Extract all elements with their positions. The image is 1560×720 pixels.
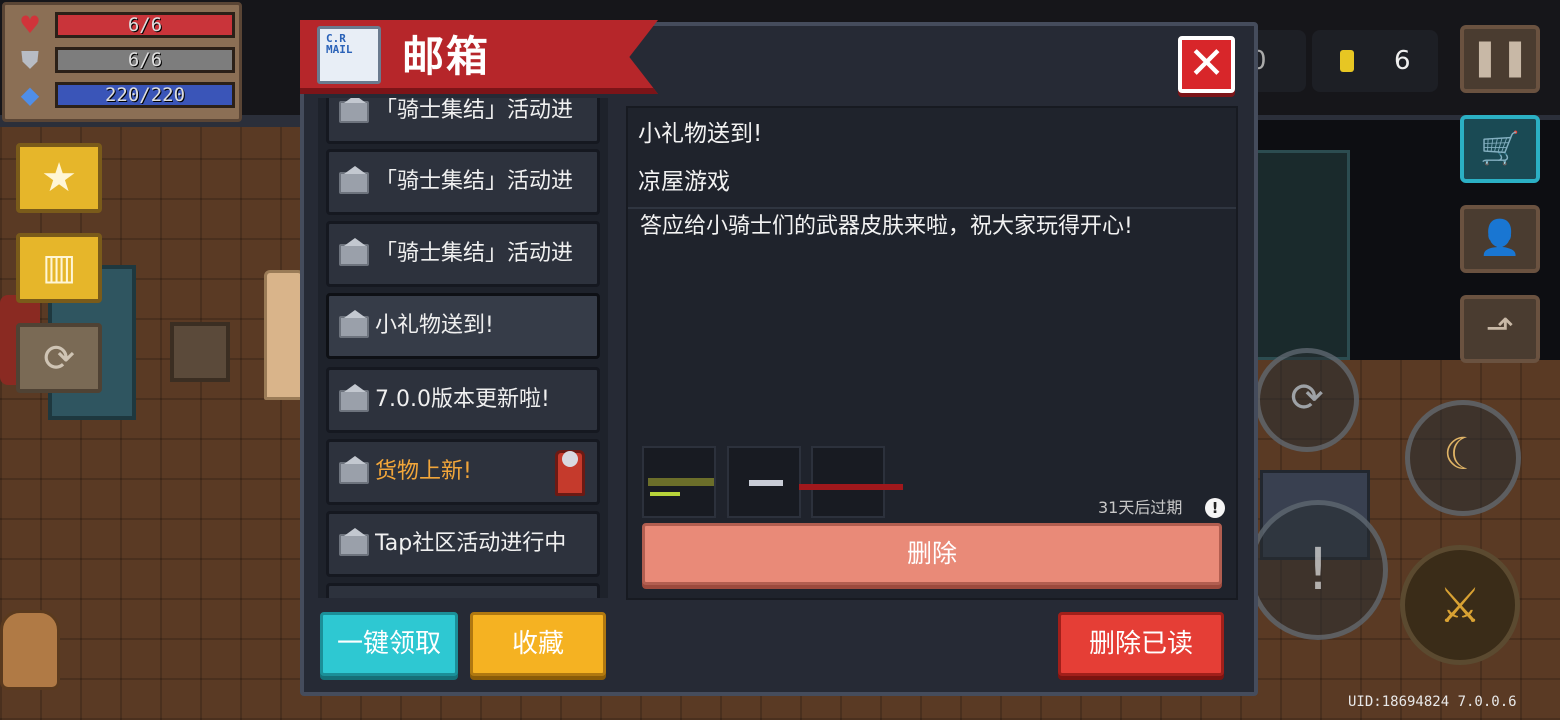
mail-item[interactable]: 「骑士集结」活动进 (326, 98, 600, 144)
attack-button[interactable]: ⚔ (1400, 545, 1520, 665)
rifle-accent (650, 492, 680, 496)
mail-item[interactable]: 7.0.0版本更新啦! (326, 367, 600, 433)
profile-button[interactable]: 👤 (1460, 205, 1540, 273)
heart-icon: ♥ (19, 11, 41, 39)
energy-bar: 220/220 (55, 82, 235, 108)
expire-text: 31天后过期 (1098, 498, 1183, 517)
mail-item[interactable]: 「骑士集结」活动进 (326, 149, 600, 215)
armor-bar: 6/6 (55, 47, 235, 73)
profile-icon: 👤 (1478, 218, 1522, 258)
player-stats-panel: ♥ 6/6 ⛊ 6/6 ◆ 220/220 (2, 2, 242, 122)
close-button[interactable]: ✕ (1178, 36, 1235, 93)
sync-button[interactable]: ⟳ (16, 323, 102, 393)
favorite-label: 收藏 (511, 629, 564, 659)
health-bar: 6/6 (55, 12, 235, 38)
mail-item-label: 「骑士集结」活动进 (375, 241, 574, 266)
attachment-slot[interactable] (727, 446, 801, 518)
favorite-button[interactable]: 收藏 (470, 612, 606, 676)
mail-item[interactable]: Tap社区活动进行中 (326, 511, 600, 577)
delete-button-label: 删除 (906, 539, 957, 568)
skill-icon: ⟳ (1290, 375, 1324, 421)
envelope-icon (339, 528, 369, 556)
dart-skin-icon (749, 480, 783, 486)
weapon-switch-button[interactable]: ☾ (1405, 400, 1521, 516)
mail-envelope-icon: C.R MAIL (317, 26, 381, 84)
sword-skin-icon (799, 484, 903, 490)
claim-all-button[interactable]: 一键领取 (320, 612, 458, 676)
envelope-icon (339, 166, 369, 194)
delete-read-label: 删除已读 (1088, 629, 1193, 659)
mail-item-label: Tap社区活动进行中 (375, 531, 567, 556)
envelope-icon (339, 456, 369, 484)
shield-icon: ⛊ (21, 46, 39, 74)
armor-text: 6/6 (127, 49, 163, 71)
mail-item[interactable]: 货物上新! (326, 439, 600, 505)
exit-button[interactable]: ⬏ (1460, 295, 1540, 363)
coin-icon (1340, 50, 1354, 72)
health-row: ♥ 6/6 (11, 10, 235, 40)
shop-button[interactable]: 🛒 (1460, 115, 1540, 183)
mail-body: 答应给小骑士们的武器皮肤来啦，祝大家玩得开心! (640, 214, 1133, 239)
interact-button[interactable]: ! (1248, 500, 1388, 640)
coin-count: 6 (1394, 46, 1411, 76)
wall-panel (1255, 150, 1350, 360)
rifle-skin-icon (648, 478, 714, 486)
statue (264, 270, 304, 400)
wooden-chest (170, 322, 230, 382)
coin-counter: 6 (1312, 30, 1438, 92)
attachment-slot[interactable] (642, 446, 716, 518)
info-icon[interactable]: ! (1205, 498, 1225, 518)
star-icon: ★ (41, 155, 77, 201)
cart-icon: 🛒 (1480, 129, 1520, 167)
refresh-icon: ⟳ (43, 336, 75, 380)
health-text: 6/6 (127, 14, 163, 36)
delete-button[interactable]: 删除 (642, 523, 1222, 585)
envelope-icon (339, 98, 369, 123)
mail-item-label: 小礼物送到! (375, 313, 494, 338)
mailbox-title: 邮箱 (402, 32, 491, 81)
bear-npc (0, 610, 60, 690)
mail-item-label: 「骑士集结」活动进 (375, 169, 574, 194)
energy-row: ◆ 220/220 (11, 80, 235, 110)
armor-row: ⛊ 6/6 (11, 45, 235, 75)
mail-item-selected[interactable]: 小礼物送到! (326, 293, 600, 359)
envelope-icon (339, 310, 369, 338)
weapon-icon: ☾ (1443, 429, 1483, 480)
map-icon: ▥ (41, 247, 76, 288)
delete-read-button[interactable]: 删除已读 (1058, 612, 1224, 676)
skill-button[interactable]: ⟳ (1255, 348, 1359, 452)
merchant-icon (555, 450, 585, 496)
mail-subject: 小礼物送到! (638, 121, 763, 147)
map-button[interactable]: ▥ (16, 233, 102, 303)
pause-button[interactable]: ❚❚ (1460, 25, 1540, 93)
energy-text: 220/220 (104, 84, 186, 106)
envelope-icon (339, 238, 369, 266)
mail-list[interactable]: 「骑士集结」活动进 「骑士集结」活动进 「骑士集结」活动进 小礼物送到! 7.0… (318, 98, 608, 598)
detail-divider (628, 207, 1236, 209)
envelope-label: C.R MAIL (326, 32, 353, 56)
achievement-button[interactable]: ★ (16, 143, 102, 213)
mail-item[interactable]: 「骑士集结」活动进 (326, 221, 600, 287)
mail-item-label: 「骑士集结」活动进 (375, 98, 574, 123)
attachment-slot[interactable] (799, 446, 903, 518)
pause-icon: ❚❚ (1469, 37, 1531, 78)
close-icon: ✕ (1188, 38, 1225, 89)
exit-icon: ⬏ (1485, 308, 1515, 348)
mail-sender: 凉屋游戏 (638, 169, 730, 195)
energy-icon: ◆ (20, 81, 40, 109)
attack-icon: ⚔ (1438, 578, 1482, 634)
mail-item-label: 7.0.0版本更新啦! (375, 387, 550, 412)
uid-label: UID:18694824 7.0.0.6 (1348, 694, 1517, 710)
claim-all-label: 一键领取 (336, 629, 441, 659)
mail-item[interactable] (326, 583, 600, 598)
envelope-icon (339, 384, 369, 412)
interact-icon: ! (1306, 535, 1330, 603)
